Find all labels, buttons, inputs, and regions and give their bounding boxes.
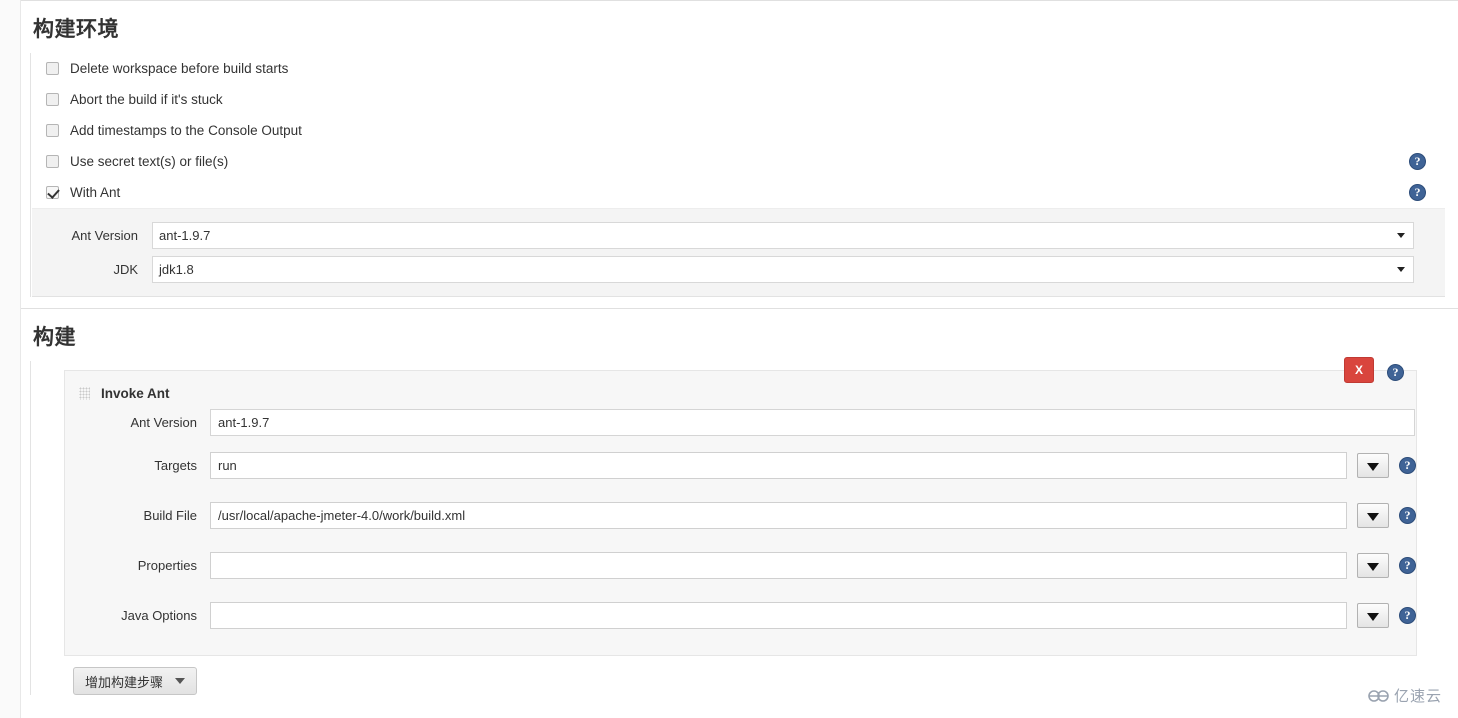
- builder-row-ant-version: Ant Version ant-1.9.7: [65, 409, 1416, 436]
- input-targets[interactable]: run: [210, 452, 1347, 479]
- input-properties[interactable]: [210, 552, 1347, 579]
- help-icon-with-ant[interactable]: ?: [1409, 184, 1426, 201]
- help-icon-java-options[interactable]: ?: [1399, 607, 1416, 624]
- chevron-down-icon: [1397, 267, 1405, 272]
- content-column: 构建环境 Delete workspace before build start…: [20, 0, 1458, 718]
- checkbox-abort-stuck[interactable]: [46, 93, 59, 106]
- drag-handle-icon[interactable]: [79, 386, 90, 400]
- watermark: 亿速云: [1361, 681, 1450, 710]
- builder-row-targets: Targets run ?: [65, 452, 1416, 479]
- help-icon-invoke-ant[interactable]: ?: [1387, 364, 1404, 381]
- checkbox-row-secret-text[interactable]: Use secret text(s) or file(s) ?: [31, 146, 1444, 177]
- builder-row-java-options: Java Options ?: [65, 602, 1416, 629]
- builder-title-row: Invoke Ant: [65, 377, 1416, 409]
- builder-row-build-file: Build File /usr/local/apache-jmeter-4.0/…: [65, 502, 1416, 529]
- input-targets-value: run: [218, 458, 237, 473]
- checkbox-with-ant[interactable]: [46, 186, 59, 199]
- checkbox-delete-workspace[interactable]: [46, 62, 59, 75]
- checkbox-label-timestamps: Add timestamps to the Console Output: [70, 123, 302, 138]
- label-build-file: Build File: [143, 508, 197, 523]
- field-row-env-ant-version: Ant Version ant-1.9.7: [32, 218, 1445, 252]
- builder-invoke-ant: X ? Invoke Ant Ant Version ant-1.9.7 Tar…: [64, 357, 1417, 656]
- label-env-ant-version: Ant Version: [71, 227, 139, 243]
- checkbox-label-secret-text: Use secret text(s) or file(s): [70, 154, 229, 169]
- build-heading: 构建: [33, 326, 76, 349]
- builder-title: Invoke Ant: [101, 385, 170, 401]
- checkbox-timestamps[interactable]: [46, 124, 59, 137]
- caret-down-icon: [175, 678, 186, 684]
- checkbox-row-timestamps[interactable]: Add timestamps to the Console Output: [31, 115, 1444, 146]
- checkbox-label-delete-workspace: Delete workspace before build starts: [70, 61, 289, 76]
- label-ant-version: Ant Version: [130, 415, 198, 430]
- dropdown-button-java-options[interactable]: [1357, 603, 1389, 628]
- dropdown-button-build-file[interactable]: [1357, 503, 1389, 528]
- add-build-step-button[interactable]: 增加构建步骤: [73, 667, 198, 695]
- label-env-jdk: JDK: [113, 261, 138, 277]
- dropdown-button-properties[interactable]: [1357, 553, 1389, 578]
- select-ant-version-value: ant-1.9.7: [218, 415, 270, 430]
- input-build-file-value: /usr/local/apache-jmeter-4.0/work/build.…: [218, 508, 466, 523]
- builder-row-properties: Properties ?: [65, 552, 1416, 579]
- label-java-options: Java Options: [121, 608, 197, 623]
- label-properties: Properties: [137, 558, 197, 573]
- checkbox-row-abort-stuck[interactable]: Abort the build if it's stuck: [31, 84, 1444, 115]
- label-targets: Targets: [154, 458, 197, 473]
- build-environment-panel: Delete workspace before build starts Abo…: [30, 53, 1445, 297]
- dropdown-button-targets[interactable]: [1357, 453, 1389, 478]
- field-row-env-jdk: JDK jdk1.8: [32, 252, 1445, 286]
- checkbox-row-with-ant[interactable]: With Ant ?: [31, 177, 1444, 208]
- checkbox-label-abort-stuck: Abort the build if it's stuck: [70, 92, 223, 107]
- input-java-options[interactable]: [210, 602, 1347, 629]
- checkbox-label-with-ant: With Ant: [70, 185, 121, 200]
- builders-area: X ? Invoke Ant Ant Version ant-1.9.7 Tar…: [30, 357, 1444, 695]
- help-icon-properties[interactable]: ?: [1399, 557, 1416, 574]
- build-environment-heading: 构建环境: [33, 18, 119, 41]
- watermark-text: 亿速云: [1393, 688, 1442, 705]
- select-env-jdk-value: jdk1.8: [159, 261, 194, 277]
- cloud-logo-icon: [1368, 689, 1390, 703]
- select-env-ant-version-value: ant-1.9.7: [159, 227, 211, 243]
- chevron-down-icon: [1397, 233, 1405, 238]
- help-icon-build-file[interactable]: ?: [1399, 507, 1416, 524]
- delete-builder-button[interactable]: X: [1344, 357, 1374, 383]
- select-env-ant-version[interactable]: ant-1.9.7: [152, 221, 1414, 249]
- checkbox-row-delete-workspace[interactable]: Delete workspace before build starts: [31, 53, 1444, 84]
- select-ant-version[interactable]: ant-1.9.7: [210, 409, 1415, 436]
- add-build-step-label: 增加构建步骤: [85, 674, 164, 690]
- page-root: 构建环境 Delete workspace before build start…: [0, 0, 1458, 718]
- checkbox-secret-text[interactable]: [46, 155, 59, 168]
- select-env-jdk[interactable]: jdk1.8: [152, 255, 1414, 283]
- help-icon-targets[interactable]: ?: [1399, 457, 1416, 474]
- input-build-file[interactable]: /usr/local/apache-jmeter-4.0/work/build.…: [210, 502, 1347, 529]
- with-ant-settings: Ant Version ant-1.9.7 JDK jdk1.8: [32, 208, 1445, 297]
- help-icon-secret-text[interactable]: ?: [1409, 153, 1426, 170]
